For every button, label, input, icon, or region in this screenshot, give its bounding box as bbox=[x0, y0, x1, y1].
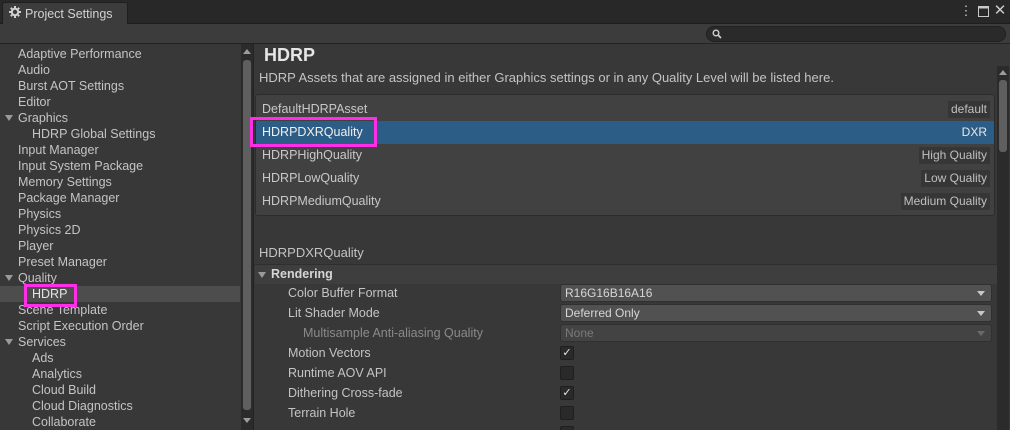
sidebar-scrollbar[interactable] bbox=[241, 44, 253, 430]
msaa-quality-dropdown: None bbox=[560, 324, 992, 342]
settings-category-list: Adaptive Performance Audio Burst AOT Set… bbox=[0, 46, 240, 430]
motion-vectors-checkbox[interactable]: ✓ bbox=[560, 346, 574, 360]
gear-icon bbox=[9, 6, 21, 21]
chevron-down-icon bbox=[977, 291, 985, 296]
terrain-hole-checkbox[interactable] bbox=[560, 406, 574, 420]
close-icon[interactable]: ✕ bbox=[992, 3, 1008, 19]
search-icon bbox=[712, 28, 724, 40]
asset-name: HDRPHighQuality bbox=[262, 148, 363, 162]
sidebar-item-cloud-diagnostics[interactable]: Cloud Diagnostics bbox=[0, 398, 240, 414]
search-input[interactable] bbox=[706, 26, 1006, 42]
quality-level-badge: default bbox=[947, 101, 990, 118]
title-bar: Project Settings ⋮ ✕ bbox=[0, 0, 1010, 24]
sidebar-item-input-system-package[interactable]: Input System Package bbox=[0, 158, 240, 174]
scrollbar-thumb[interactable] bbox=[243, 60, 251, 410]
quality-level-badge: Low Quality bbox=[921, 170, 990, 187]
asset-name: HDRPMediumQuality bbox=[262, 194, 381, 208]
chevron-down-icon bbox=[977, 331, 985, 336]
sidebar-item-audio[interactable]: Audio bbox=[0, 62, 240, 78]
sidebar-item-graphics[interactable]: Graphics bbox=[0, 110, 240, 126]
sidebar-item-hdrp-global-settings[interactable]: HDRP Global Settings bbox=[0, 126, 240, 142]
dropdown-value: Deferred Only bbox=[565, 306, 640, 320]
motion-vectors-label: Motion Vectors bbox=[288, 346, 371, 360]
dithering-cross-fade-checkbox[interactable]: ✓ bbox=[560, 386, 574, 400]
lit-shader-mode-label: Lit Shader Mode bbox=[288, 306, 380, 320]
sidebar-item-input-manager[interactable]: Input Manager bbox=[0, 142, 240, 158]
asset-row-dxr[interactable]: HDRPDXRQuality DXR bbox=[256, 121, 994, 144]
terrain-hole-label: Terrain Hole bbox=[288, 406, 356, 420]
color-buffer-format-dropdown[interactable]: R16G16B16A16 bbox=[560, 284, 992, 302]
page-title: HDRP bbox=[264, 45, 316, 65]
expand-triangle-icon[interactable] bbox=[5, 115, 13, 121]
sidebar-item-script-execution-order[interactable]: Script Execution Order bbox=[0, 318, 240, 334]
sidebar-item-analytics[interactable]: Analytics bbox=[0, 366, 240, 382]
sidebar-item-cloud-build[interactable]: Cloud Build bbox=[0, 382, 240, 398]
asset-row-default[interactable]: DefaultHDRPAsset default bbox=[256, 98, 994, 121]
chevron-down-icon bbox=[977, 311, 985, 316]
scroll-down-icon[interactable] bbox=[243, 418, 251, 423]
runtime-aov-api-checkbox[interactable] bbox=[560, 366, 574, 380]
sidebar-item-label: Graphics bbox=[18, 111, 69, 125]
asset-row-high[interactable]: HDRPHighQuality High Quality bbox=[256, 144, 994, 167]
hdrp-asset-list: DefaultHDRPAsset default HDRPDXRQuality … bbox=[250, 94, 995, 216]
sidebar-item-package-manager[interactable]: Package Manager bbox=[0, 190, 240, 206]
asset-name: HDRPLowQuality bbox=[262, 171, 360, 185]
sidebar-item-label: Quality bbox=[18, 271, 57, 285]
scroll-up-icon[interactable] bbox=[999, 70, 1007, 75]
scroll-up-icon[interactable] bbox=[243, 49, 251, 54]
settings-main-panel: HDRP HDRP Assets that are assigned in ei… bbox=[250, 44, 1010, 430]
sidebar-item-ads[interactable]: Ads bbox=[0, 350, 240, 366]
window-title: Project Settings bbox=[25, 6, 113, 21]
sidebar-item-physics[interactable]: Physics bbox=[0, 206, 240, 222]
sidebar-item-player[interactable]: Player bbox=[0, 238, 240, 254]
dithering-cross-fade-label: Dithering Cross-fade bbox=[288, 386, 403, 400]
asset-name: HDRPDXRQuality bbox=[262, 125, 363, 139]
sidebar-item-label: Services bbox=[18, 335, 66, 349]
rendering-section-header[interactable]: Rendering bbox=[255, 264, 997, 284]
next-property-checkbox[interactable] bbox=[560, 426, 574, 430]
sidebar-item-physics-2d[interactable]: Physics 2D bbox=[0, 222, 240, 238]
asset-row-medium[interactable]: HDRPMediumQuality Medium Quality bbox=[256, 190, 994, 213]
msaa-quality-label: Multisample Anti-aliasing Quality bbox=[303, 326, 483, 340]
dropdown-value: R16G16B16A16 bbox=[565, 286, 653, 300]
runtime-aov-api-label: Runtime AOV API bbox=[288, 366, 387, 380]
sidebar-item-memory-settings[interactable]: Memory Settings bbox=[0, 174, 240, 190]
lit-shader-mode-dropdown[interactable]: Deferred Only bbox=[560, 304, 992, 322]
expand-triangle-icon[interactable] bbox=[5, 339, 13, 345]
asset-name: DefaultHDRPAsset bbox=[262, 102, 368, 116]
scrollbar-thumb[interactable] bbox=[999, 80, 1007, 152]
quality-level-badge: Medium Quality bbox=[900, 193, 990, 210]
foldout-triangle-icon[interactable] bbox=[258, 272, 266, 278]
quality-level-badge: DXR bbox=[961, 125, 987, 139]
sidebar-item-adaptive-performance[interactable]: Adaptive Performance bbox=[0, 46, 240, 62]
main-scrollbar[interactable] bbox=[997, 66, 1009, 430]
project-settings-tab[interactable]: Project Settings bbox=[2, 2, 128, 24]
sidebar-item-collaborate[interactable]: Collaborate bbox=[0, 414, 240, 430]
page-description: HDRP Assets that are assigned in either … bbox=[259, 70, 834, 85]
dropdown-value: None bbox=[565, 326, 594, 340]
kebab-menu-icon[interactable]: ⋮ bbox=[958, 3, 974, 19]
sidebar-item-quality[interactable]: Quality bbox=[0, 270, 240, 286]
maximize-icon[interactable] bbox=[975, 3, 991, 19]
quality-level-badge: High Quality bbox=[918, 147, 990, 164]
sidebar-item-burst-aot-settings[interactable]: Burst AOT Settings bbox=[0, 78, 240, 94]
sidebar-item-hdrp[interactable]: HDRP bbox=[0, 286, 240, 302]
toolbar bbox=[0, 24, 1010, 44]
sidebar-item-services[interactable]: Services bbox=[0, 334, 240, 350]
sidebar-item-preset-manager[interactable]: Preset Manager bbox=[0, 254, 240, 270]
selected-asset-heading: HDRPDXRQuality bbox=[259, 245, 364, 260]
settings-sidebar: Adaptive Performance Audio Burst AOT Set… bbox=[0, 44, 254, 430]
section-label: Rendering bbox=[271, 267, 333, 281]
expand-triangle-icon[interactable] bbox=[5, 275, 13, 281]
sidebar-item-scene-template[interactable]: Scene Template bbox=[0, 302, 240, 318]
asset-row-low[interactable]: HDRPLowQuality Low Quality bbox=[256, 167, 994, 190]
color-buffer-format-label: Color Buffer Format bbox=[288, 286, 398, 300]
sidebar-item-editor[interactable]: Editor bbox=[0, 94, 240, 110]
